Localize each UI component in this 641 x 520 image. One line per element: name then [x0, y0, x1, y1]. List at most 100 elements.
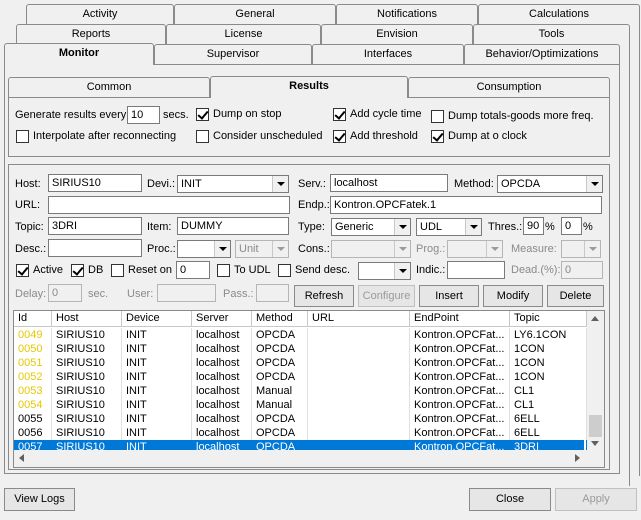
send-desc-select[interactable]: [358, 262, 411, 280]
tab-reports[interactable]: Reports: [16, 24, 166, 44]
table-row[interactable]: 0056 SIRIUS10 INIT localhost OPCDA Kontron.OP…: [14, 426, 587, 440]
desc-input[interactable]: [48, 239, 142, 257]
cons-select[interactable]: [331, 240, 411, 258]
subtab-common[interactable]: Common: [8, 77, 210, 97]
consider-unscheduled-checkbox[interactable]: [196, 130, 209, 143]
interpolate-checkbox[interactable]: [16, 130, 29, 143]
tab-notifications[interactable]: Notifications: [336, 4, 478, 24]
type2-select[interactable]: UDL: [416, 218, 482, 236]
scrollbar-corner: [587, 450, 604, 467]
scrollbar-thumb[interactable]: [589, 415, 602, 437]
cell-device: INIT: [122, 356, 192, 370]
indic-input[interactable]: [447, 261, 505, 279]
item-input[interactable]: DUMMY: [177, 217, 289, 235]
table-row[interactable]: 0055 SIRIUS10 INIT localhost OPCDA Kontron.OP…: [14, 412, 587, 426]
device-value: INIT: [181, 178, 202, 190]
chevron-down-icon: [584, 241, 600, 257]
refresh-button[interactable]: Refresh: [294, 285, 354, 307]
endpoint-input[interactable]: Kontron.OPCFatek.1: [330, 196, 602, 214]
generate-interval-input[interactable]: 10: [127, 106, 160, 124]
device-select[interactable]: INIT: [177, 175, 289, 193]
tab-license[interactable]: License: [166, 24, 321, 44]
scroll-down-icon[interactable]: [591, 441, 599, 446]
table-row[interactable]: 0050 SIRIUS10 INIT localhost OPCDA Kontron.OP…: [14, 342, 587, 356]
chevron-down-icon: [272, 241, 288, 257]
column-header-topic[interactable]: Topic: [510, 311, 587, 327]
add-threshold-checkbox[interactable]: [333, 130, 346, 143]
server-input[interactable]: localhost: [330, 174, 448, 192]
method-select[interactable]: OPCDA: [497, 175, 603, 193]
indic-label: Indic.:: [416, 264, 446, 276]
prog-select[interactable]: [447, 240, 503, 258]
host-input[interactable]: SIRIUS10: [48, 174, 142, 192]
tab-behavior-optimizations[interactable]: Behavior/Optimizations: [464, 44, 620, 64]
send-desc-label: Send desc.: [295, 264, 351, 276]
threshold2-input[interactable]: 0: [561, 217, 582, 235]
horizontal-scrollbar[interactable]: [14, 450, 587, 467]
measure-select[interactable]: [561, 240, 601, 258]
column-header-method[interactable]: Method: [252, 311, 308, 327]
pass-input[interactable]: [256, 284, 289, 302]
proc-select[interactable]: [177, 240, 231, 258]
tab-interfaces[interactable]: Interfaces: [312, 44, 464, 64]
configure-button[interactable]: Configure: [358, 285, 415, 307]
tab-general[interactable]: General: [174, 4, 336, 24]
dump-at-clock-checkbox[interactable]: [431, 130, 444, 143]
tab-activity[interactable]: Activity: [26, 4, 174, 24]
subtab-results[interactable]: Results: [210, 76, 408, 98]
column-header-endpoint[interactable]: EndPoint: [410, 311, 510, 327]
cell-server: localhost: [192, 342, 252, 356]
apply-button[interactable]: Apply: [555, 488, 637, 511]
column-header-server[interactable]: Server: [192, 311, 252, 327]
send-desc-checkbox[interactable]: [278, 264, 291, 277]
cell-server: localhost: [192, 370, 252, 384]
view-logs-button[interactable]: View Logs: [4, 488, 75, 511]
column-header-host[interactable]: Host: [52, 311, 122, 327]
tab-monitor[interactable]: Monitor: [4, 43, 154, 65]
modify-button[interactable]: Modify: [483, 285, 543, 307]
type-select[interactable]: Generic: [331, 218, 411, 236]
close-button[interactable]: Close: [469, 488, 551, 511]
reset-on-input[interactable]: 0: [176, 261, 210, 279]
column-header-device[interactable]: Device: [122, 311, 192, 327]
type-label: Type:: [298, 221, 325, 233]
tab-tools[interactable]: Tools: [473, 24, 630, 44]
vertical-scrollbar[interactable]: [587, 311, 604, 450]
dump-on-stop-checkbox[interactable]: [196, 108, 209, 121]
threshold2-pct-label: %: [583, 221, 593, 233]
table-row[interactable]: 0049 SIRIUS10 INIT localhost OPCDA Kontron.OP…: [14, 328, 587, 342]
db-checkbox[interactable]: [71, 264, 84, 277]
topic-input[interactable]: 3DRI: [48, 217, 142, 235]
table-row[interactable]: 0053 SIRIUS10 INIT localhost Manual Kontron.O…: [14, 384, 587, 398]
scroll-up-icon[interactable]: [591, 316, 599, 321]
scroll-right-icon[interactable]: [575, 454, 580, 462]
table-row[interactable]: 0052 SIRIUS10 INIT localhost OPCDA Kontron.OP…: [14, 370, 587, 384]
subtab-consumption[interactable]: Consumption: [408, 77, 610, 97]
tab-calculations[interactable]: Calculations: [478, 4, 640, 24]
chevron-down-icon: [486, 241, 502, 257]
cell-server: localhost: [192, 398, 252, 412]
threshold-input[interactable]: 90: [523, 217, 544, 235]
cell-host: SIRIUS10: [52, 384, 122, 398]
insert-button[interactable]: Insert: [419, 285, 479, 307]
tab-supervisor[interactable]: Supervisor: [154, 44, 312, 64]
cell-method: OPCDA: [252, 370, 308, 384]
delete-button[interactable]: Delete: [547, 285, 604, 307]
column-header-url[interactable]: URL: [308, 311, 410, 327]
column-header-id[interactable]: Id: [14, 311, 52, 327]
active-checkbox[interactable]: [16, 264, 29, 277]
tab-envision[interactable]: Envision: [321, 24, 473, 44]
dump-totals-checkbox[interactable]: [431, 110, 444, 123]
reset-on-checkbox[interactable]: [111, 264, 124, 277]
scroll-left-icon[interactable]: [19, 454, 24, 462]
user-input[interactable]: [157, 284, 216, 302]
cell-device: INIT: [122, 328, 192, 342]
to-udl-checkbox[interactable]: [217, 264, 230, 277]
table-row[interactable]: 0051 SIRIUS10 INIT localhost OPCDA Kontron.OP…: [14, 356, 587, 370]
unit-select[interactable]: Unit: [235, 240, 289, 258]
url-input[interactable]: [48, 196, 290, 214]
dead-input[interactable]: 0: [561, 261, 603, 279]
delay-input[interactable]: 0: [48, 284, 82, 302]
add-cycle-time-checkbox[interactable]: [333, 108, 346, 121]
table-row[interactable]: 0054 SIRIUS10 INIT localhost Manual Kontron.O…: [14, 398, 587, 412]
